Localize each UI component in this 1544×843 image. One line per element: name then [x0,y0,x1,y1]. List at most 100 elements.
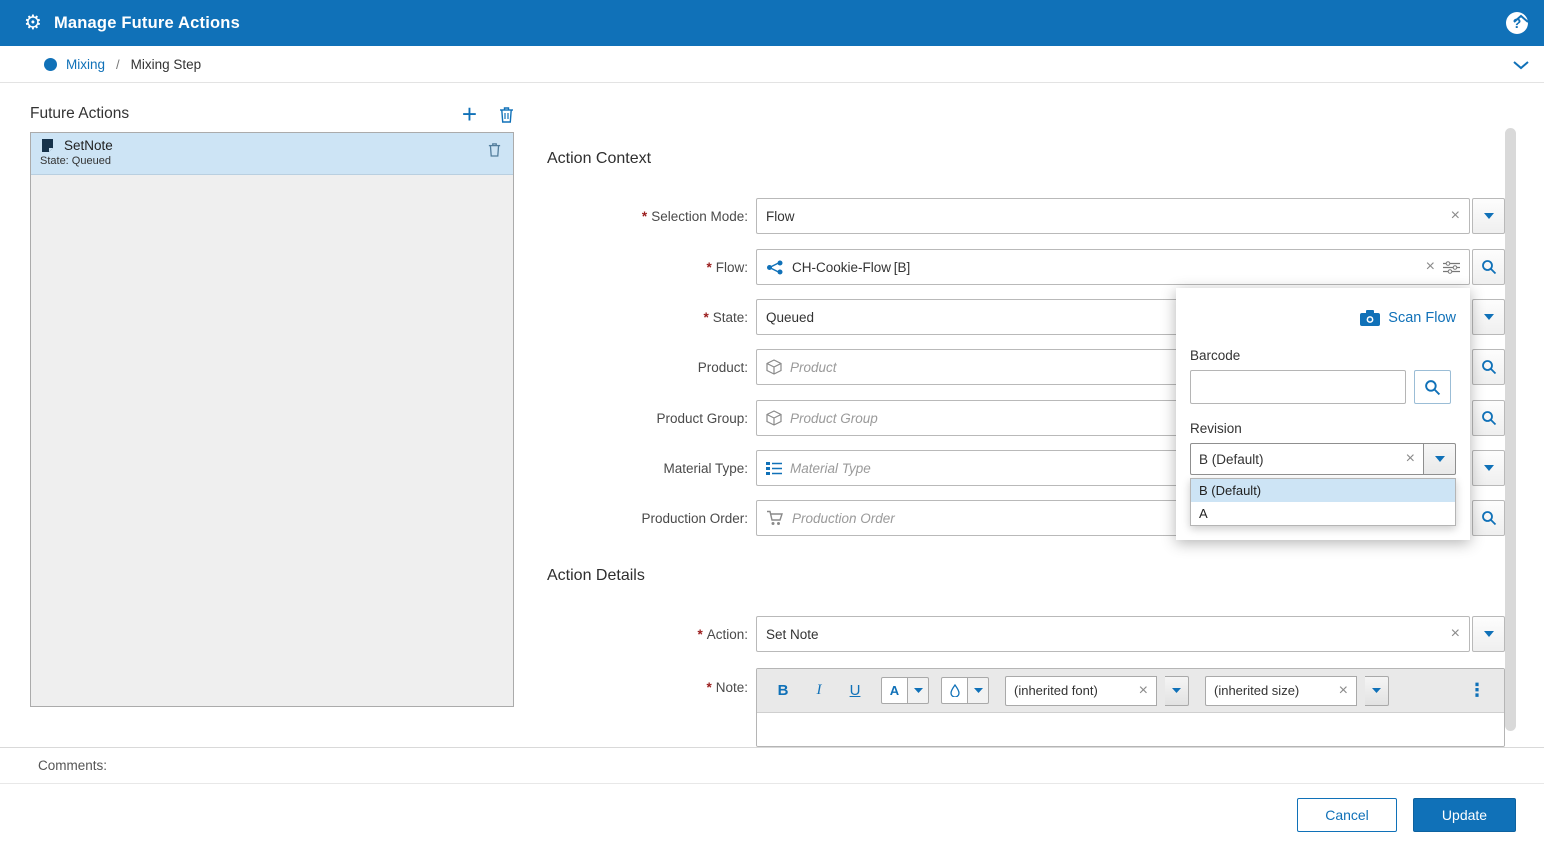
bold-button[interactable]: B [769,677,797,705]
font-size-dropdown-button[interactable] [1365,676,1389,706]
product-group-search-button[interactable] [1472,400,1505,436]
product-search-button[interactable] [1472,349,1505,385]
form-row-selection-mode: * Selection Mode: Flow × [545,198,1505,234]
note-toolbar: B I U A (inher [757,669,1504,713]
chevron-up-icon[interactable] [1512,11,1530,29]
filter-settings-icon[interactable] [1443,261,1460,274]
update-button[interactable]: Update [1413,798,1516,832]
delete-item-button[interactable] [488,142,501,162]
barcode-search-button[interactable] [1414,370,1451,404]
flow-input-wrap: CH-Cookie-Flow [B] × [756,249,1505,285]
gear-icon[interactable]: ⚙ [24,13,42,33]
italic-button[interactable]: I [805,677,833,705]
list-item-setnote[interactable]: SetNote State: Queued [31,133,513,175]
action-context-heading: Action Context [547,150,651,168]
revision-combo-row: B (Default) × [1190,443,1456,475]
step-status-icon [44,58,57,71]
chevron-down-icon[interactable] [1512,58,1530,76]
action-dropdown-button[interactable] [1472,616,1505,652]
font-color-button[interactable]: A [881,677,908,704]
note-icon [40,138,55,153]
cancel-button[interactable]: Cancel [1297,798,1397,832]
barcode-row [1190,370,1456,404]
breadcrumb-mixing-step: Mixing Step [131,57,202,72]
flow-search-button[interactable] [1472,249,1505,285]
required-marker: * [706,680,711,695]
selection-mode-combobox[interactable]: Flow × [756,198,1470,234]
droplet-icon [950,684,960,697]
action-combobox[interactable]: Set Note × [756,616,1470,652]
action-details-heading: Action Details [547,567,645,585]
clear-icon[interactable]: × [1406,451,1415,467]
cart-icon [766,510,784,526]
revision-option-b[interactable]: B (Default) [1191,479,1455,502]
required-marker: * [642,209,647,224]
barcode-label: Barcode [1190,348,1456,363]
form-row-flow: * Flow: CH-Cookie-Flow [B] × [545,249,1505,285]
future-actions-list: SetNote State: Queued [30,132,514,707]
flow-combobox[interactable]: CH-Cookie-Flow [B] × [756,249,1470,285]
caret-down-icon [1484,631,1494,637]
required-marker: * [697,627,702,642]
breadcrumb-separator: / [116,57,120,72]
selection-mode-dropdown-button[interactable] [1472,198,1505,234]
add-action-button[interactable]: + [462,104,477,124]
scan-flow-label: Scan Flow [1388,310,1456,326]
revision-dropdown-button[interactable] [1424,443,1456,475]
search-icon [1481,259,1497,275]
font-size-combobox[interactable]: (inherited size) × [1205,676,1357,706]
form-row-action: * Action: Set Note × [545,616,1505,652]
page-title: Manage Future Actions [54,14,240,33]
future-actions-panel: Future Actions + SetNote State: Queued [30,99,514,707]
material-type-dropdown-button[interactable] [1472,450,1505,486]
font-family-dropdown-button[interactable] [1165,676,1189,706]
state-dropdown-button[interactable] [1472,299,1505,335]
note-content-area[interactable] [757,713,1504,746]
selection-mode-label: Selection Mode: [651,209,748,224]
note-label: Note: [716,680,748,695]
action-label: Action: [707,627,748,642]
breadcrumb-mixing-link[interactable]: Mixing [66,57,105,72]
future-actions-title: Future Actions [30,105,462,123]
list-item-name: SetNote [64,138,113,153]
scan-flow-popup: Scan Flow Barcode Revision B (Default) ×… [1176,288,1470,540]
production-order-label: Production Order: [641,511,748,526]
selection-mode-value: Flow [766,209,1443,224]
flow-label: Flow: [716,260,748,275]
breadcrumb: Mixing / Mixing Step [0,46,1544,83]
selection-mode-label-cell: * Selection Mode: [545,198,748,234]
material-type-label: Material Type: [663,461,748,476]
form-row-note: * Note: B I U A [545,668,1505,747]
production-order-label-cell: Production Order: [545,500,748,536]
more-options-button[interactable]: ⋮ [1462,680,1492,701]
clear-icon[interactable]: × [1426,259,1435,275]
font-family-combobox[interactable]: (inherited font) × [1005,676,1157,706]
highlight-color-button[interactable] [941,677,968,704]
clear-icon[interactable]: × [1451,626,1460,642]
selection-mode-input-wrap: Flow × [756,198,1505,234]
caret-down-icon [1435,456,1445,462]
scan-flow-button[interactable]: Scan Flow [1190,301,1456,335]
note-rich-text-editor[interactable]: B I U A (inher [756,668,1505,747]
vertical-scrollbar[interactable] [1504,128,1517,731]
clear-icon[interactable]: × [1339,683,1348,699]
production-order-search-button[interactable] [1472,500,1505,536]
caret-down-icon [914,688,923,693]
flow-label-cell: * Flow: [545,249,748,285]
barcode-input[interactable] [1190,370,1406,404]
font-color-dropdown-button[interactable] [908,677,929,704]
clear-icon[interactable]: × [1139,683,1148,699]
highlight-dropdown-button[interactable] [968,677,989,704]
delete-actions-button[interactable] [499,106,514,123]
font-size-value: (inherited size) [1214,683,1333,698]
action-input-wrap: Set Note × [756,616,1505,652]
product-label-cell: Product: [545,349,748,385]
highlight-color-group [941,677,989,704]
clear-icon[interactable]: × [1451,208,1460,224]
revision-option-a[interactable]: A [1191,502,1455,525]
underline-button[interactable]: U [841,677,869,705]
revision-combobox[interactable]: B (Default) × [1190,443,1424,475]
search-icon [1424,379,1441,396]
list-item-state: State: Queued [40,155,503,167]
scrollbar-thumb[interactable] [1505,128,1516,731]
